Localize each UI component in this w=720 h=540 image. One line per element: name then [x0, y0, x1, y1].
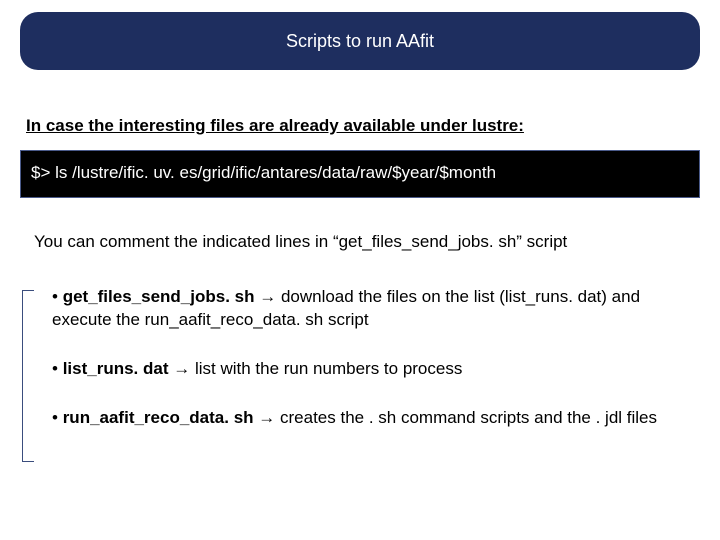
bullets-list: • get_files_send_jobs. sh → download the…	[36, 286, 686, 456]
command-text: $> ls /lustre/ific. uv. es/grid/ific/ant…	[31, 163, 496, 182]
page-title: Scripts to run AAfit	[286, 31, 434, 52]
bullet-name: run_aafit_reco_data. sh	[63, 408, 254, 427]
bullet-arrow: →	[254, 408, 280, 427]
bullet-name: get_files_send_jobs. sh	[63, 287, 255, 306]
bullet-arrow: →	[169, 359, 195, 378]
bullet-desc: creates the . sh command scripts and the…	[280, 408, 657, 427]
bullet-name: list_runs. dat	[63, 359, 169, 378]
list-item: • get_files_send_jobs. sh → download the…	[36, 286, 686, 332]
list-item: • list_runs. dat → list with the run num…	[36, 358, 686, 381]
command-box: $> ls /lustre/ific. uv. es/grid/ific/ant…	[20, 150, 700, 198]
bracket-decoration	[22, 290, 34, 462]
bullet-arrow: →	[254, 287, 280, 306]
bullet-desc: list with the run numbers to process	[195, 359, 462, 378]
title-box: Scripts to run AAfit	[20, 12, 700, 70]
intro-text: In case the interesting files are alread…	[26, 116, 524, 136]
list-item: • run_aafit_reco_data. sh → creates the …	[36, 407, 686, 430]
note-text: You can comment the indicated lines in “…	[34, 232, 567, 252]
